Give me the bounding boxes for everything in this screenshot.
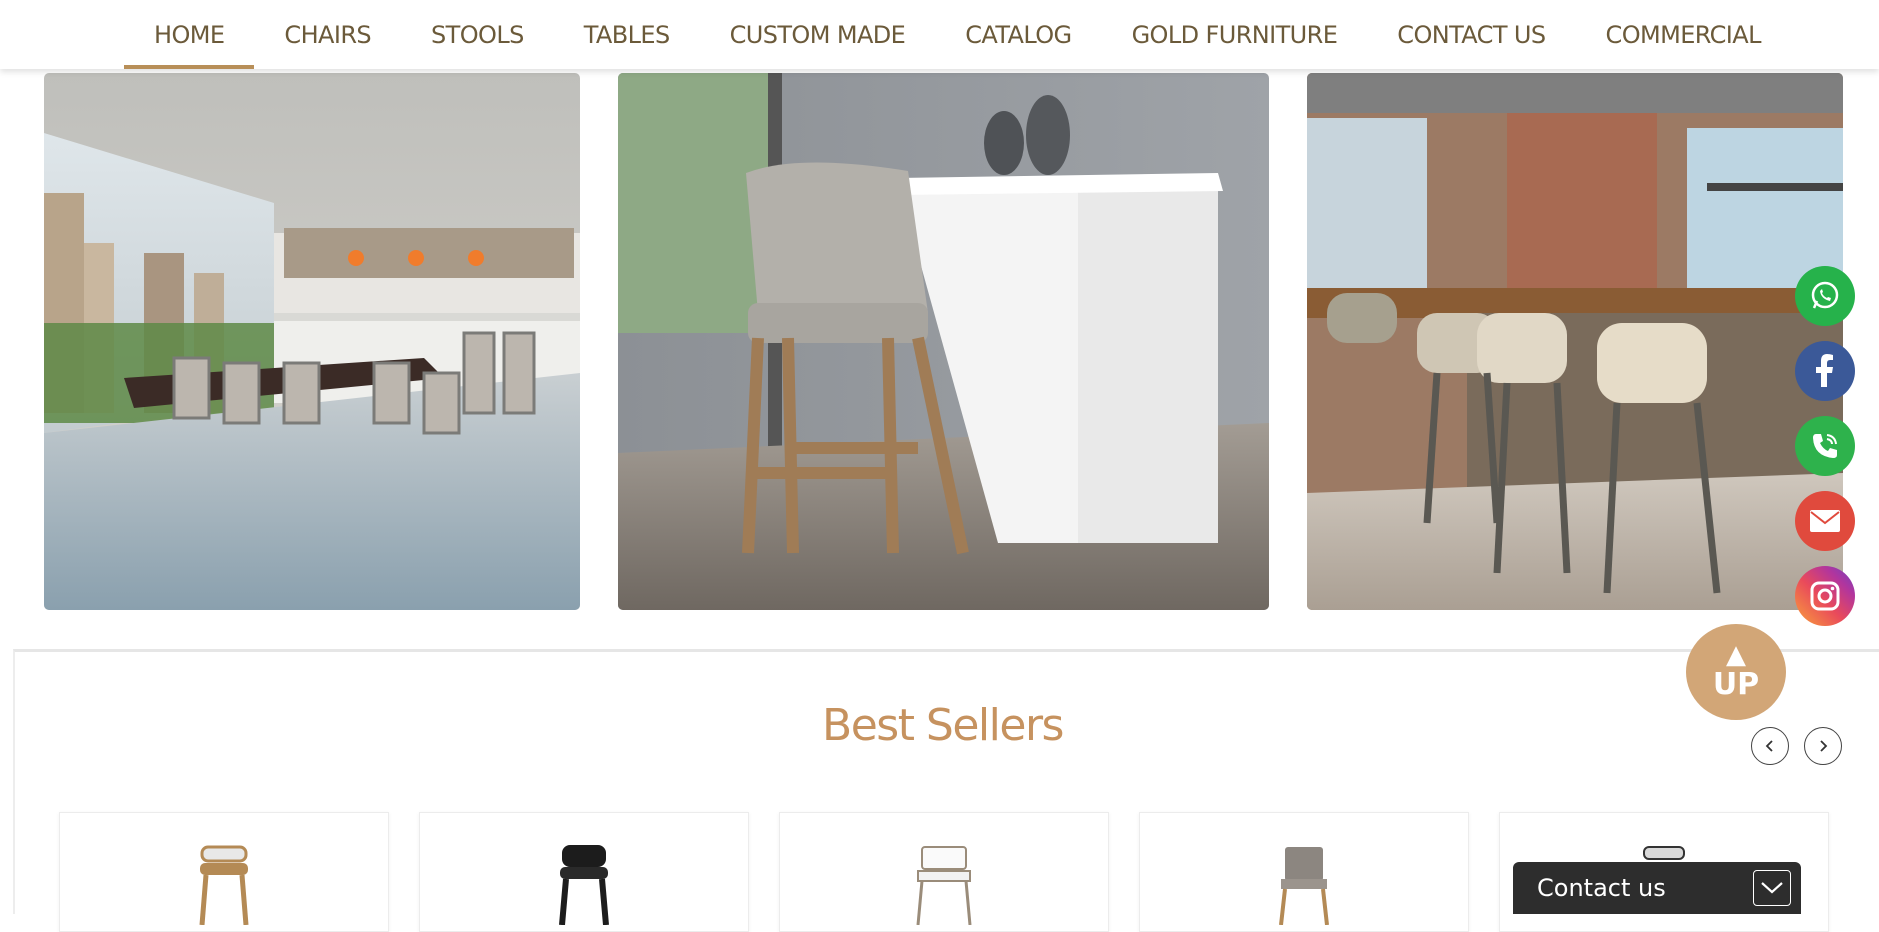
product-card[interactable]	[59, 812, 389, 932]
hero-gallery	[0, 73, 1879, 610]
product-card[interactable]	[1139, 812, 1469, 932]
nav-item-chairs[interactable]: CHAIRS	[254, 0, 401, 69]
kitchen-bar-image[interactable]	[1307, 73, 1843, 610]
product-card[interactable]	[419, 812, 749, 932]
instagram-icon	[1810, 581, 1840, 611]
whatsapp-icon	[1811, 281, 1839, 309]
scroll-up-button[interactable]: ▲ UP	[1686, 624, 1786, 720]
grey-chair-image	[1279, 847, 1329, 925]
nav-item-catalog[interactable]: CATALOG	[935, 0, 1101, 69]
white-stool-image	[916, 846, 972, 925]
contact-us-widget[interactable]: Contact us	[1513, 862, 1801, 914]
nav-item-custom-made[interactable]: CUSTOM MADE	[700, 0, 936, 69]
phone-button[interactable]	[1795, 416, 1855, 476]
black-stool-image	[559, 845, 609, 925]
email-icon	[1810, 510, 1840, 532]
whatsapp-button[interactable]	[1795, 266, 1855, 326]
dining-room-image[interactable]	[44, 73, 580, 610]
facebook-icon	[1816, 354, 1833, 387]
contact-us-label: Contact us	[1537, 874, 1666, 902]
carousel-prev-button[interactable]	[1751, 727, 1789, 765]
nav-item-home[interactable]: HOME	[124, 0, 255, 69]
bar-stool-image[interactable]	[618, 73, 1269, 610]
chevron-right-icon	[1820, 740, 1828, 752]
nav-item-contact-us[interactable]: CONTACT US	[1367, 0, 1575, 69]
email-button[interactable]	[1795, 491, 1855, 551]
up-label: UP	[1712, 667, 1760, 702]
contact-toggle-button[interactable]	[1753, 870, 1791, 906]
product-card[interactable]	[779, 812, 1109, 932]
nav-item-stools[interactable]: STOOLS	[401, 0, 554, 69]
nav-item-tables[interactable]: TABLES	[554, 0, 700, 69]
phone-icon	[1813, 434, 1837, 458]
up-arrow-icon: ▲	[1726, 640, 1746, 670]
carousel-next-button[interactable]	[1804, 727, 1842, 765]
swivel-stool-image	[199, 845, 249, 925]
main-navigation: HOME CHAIRS STOOLS TABLES CUSTOM MADE CA…	[0, 0, 1879, 69]
nav-item-gold-furniture[interactable]: GOLD FURNITURE	[1102, 0, 1368, 69]
facebook-button[interactable]	[1795, 341, 1855, 401]
nav-menu: HOME CHAIRS STOOLS TABLES CUSTOM MADE CA…	[124, 0, 1791, 69]
chevron-down-icon	[1761, 882, 1783, 894]
best-sellers-title: Best Sellers	[822, 700, 1064, 751]
nav-item-commercial[interactable]: COMMERCIAL	[1576, 0, 1791, 69]
instagram-button[interactable]	[1795, 566, 1855, 626]
chevron-left-icon	[1765, 740, 1773, 752]
